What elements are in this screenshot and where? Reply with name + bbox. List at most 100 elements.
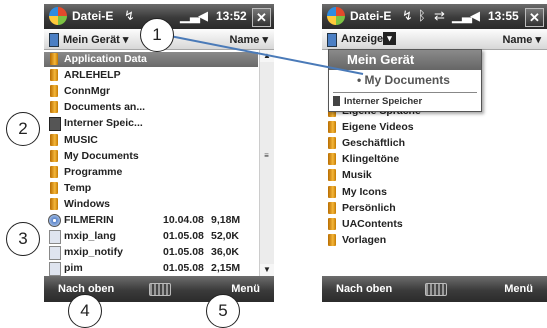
app-title: Datei-E [72, 9, 114, 23]
folder-icon [50, 133, 58, 146]
sort-dropdown[interactable]: Name ▾ [502, 33, 541, 46]
folder-row[interactable]: Application Data [44, 52, 258, 67]
file-row[interactable]: mxip_lang 01.05.08 52,0K [44, 229, 258, 245]
folder-icon [328, 153, 336, 166]
file-explorer-screen-view-menu: Datei-E ↯ ᛒ ⇄ ▁▃ ◀︎ 13:55 ✕ Anzeigen ▾ N… [322, 4, 547, 302]
folder-icon [50, 181, 58, 194]
folder-row[interactable]: Geschäftlich [322, 136, 547, 151]
item-name: Eigene Videos [342, 121, 414, 134]
file-row[interactable]: pim 01.05.08 2,15M [44, 261, 258, 277]
folder-row[interactable]: Documents an... [44, 100, 258, 115]
folder-icon [50, 165, 58, 178]
folder-row[interactable]: Vorlagen [322, 233, 547, 248]
chevron-down-icon[interactable]: ▾ [383, 32, 396, 45]
callout-1: 1 [140, 18, 174, 52]
connectivity-icon[interactable]: ↯ [124, 8, 135, 24]
media-file-icon [48, 214, 61, 227]
item-name: Interner Speic... [64, 117, 143, 130]
folder-row[interactable]: Windows [44, 197, 258, 212]
scroll-thumb[interactable]: ≡ [261, 150, 272, 162]
windows-flag-icon[interactable] [327, 7, 345, 25]
sort-dropdown[interactable]: Name ▾ [229, 33, 268, 46]
folder-row[interactable]: My Documents [44, 149, 258, 164]
item-name: MUSIC [64, 133, 98, 146]
folder-row[interactable]: Eigene Videos [322, 120, 547, 135]
close-button[interactable]: ✕ [252, 8, 271, 27]
item-name: mxip_notify [64, 246, 123, 259]
windows-flag-icon[interactable] [49, 7, 67, 25]
menu-item-mein-geraet[interactable]: Mein Gerät [329, 50, 481, 70]
location-header: Anzeigen ▾ Name ▾ [322, 29, 547, 50]
item-date: 10.04.08 [163, 214, 204, 226]
sync-icon[interactable]: ⇄ [434, 8, 445, 24]
location-dropdown[interactable]: Mein Gerät ▾ [63, 33, 128, 46]
folder-row[interactable]: UAContents [322, 217, 547, 232]
folder-row[interactable]: Persönlich [322, 201, 547, 216]
item-name: FILMERIN [64, 214, 114, 226]
item-name: Application Data [64, 53, 147, 65]
folder-icon [328, 217, 336, 230]
menu-divider [333, 92, 477, 93]
folder-row[interactable]: ConnMgr [44, 84, 258, 99]
signal-icon[interactable]: ▁▃ [452, 8, 472, 24]
bluetooth-icon[interactable]: ᛒ [418, 8, 426, 23]
item-name: pim [64, 262, 83, 275]
softkey-menu[interactable]: Menü [504, 283, 533, 295]
folder-icon [328, 185, 336, 198]
item-name: ConnMgr [64, 85, 111, 98]
item-date: 01.05.08 [163, 230, 204, 243]
keyboard-icon[interactable] [149, 283, 171, 296]
folder-icon [50, 53, 58, 65]
folder-row[interactable]: Temp [44, 181, 258, 196]
storage-card-icon [49, 117, 61, 132]
folder-icon [328, 137, 336, 150]
item-date: 01.05.08 [163, 246, 204, 259]
callout-5: 5 [206, 294, 240, 328]
file-row[interactable]: Interner Speic... [44, 116, 258, 132]
folder-icon [50, 197, 58, 210]
folder-icon [50, 149, 58, 162]
app-title: Datei-E [350, 9, 392, 23]
device-icon [49, 33, 59, 47]
item-name: mxip_lang [64, 230, 116, 243]
folder-row[interactable]: Musik [322, 168, 547, 183]
folder-row[interactable]: ARLEHELP [44, 68, 258, 83]
volume-icon[interactable]: ◀︎ [470, 8, 480, 24]
folder-icon [328, 201, 336, 214]
folder-row[interactable]: MUSIC [44, 133, 258, 148]
file-row[interactable]: FILMERIN 10.04.08 9,18M [44, 213, 258, 228]
item-date: 01.05.08 [163, 262, 204, 275]
keyboard-icon[interactable] [424, 283, 447, 296]
callout-2: 2 [6, 112, 40, 146]
item-size: 52,0K [211, 230, 240, 243]
folder-row[interactable]: Programme [44, 165, 258, 180]
folder-icon [50, 85, 58, 98]
storage-card-icon [333, 96, 340, 106]
item-name: Documents an... [64, 101, 146, 114]
folder-row[interactable]: Klingeltöne [322, 152, 547, 167]
softkey-menu[interactable]: Menü [231, 283, 260, 295]
scrollbar[interactable]: ▲ ≡ ▼ [259, 50, 274, 277]
scroll-down-arrow[interactable]: ▼ [260, 264, 274, 276]
folder-icon [328, 169, 336, 182]
file-row[interactable]: mxip_notify 01.05.08 36,0K [44, 245, 258, 261]
item-name: Persönlich [342, 201, 396, 214]
scroll-up-arrow[interactable]: ▲ [260, 50, 274, 62]
signal-icon[interactable]: ▁▃ [180, 8, 200, 24]
close-button[interactable]: ✕ [525, 8, 544, 27]
item-name: Temp [64, 181, 92, 194]
volume-icon[interactable]: ◀︎ [198, 8, 208, 24]
folder-row[interactable]: My Icons [322, 185, 547, 200]
item-name: My Documents [64, 149, 139, 162]
item-name: My Icons [342, 185, 387, 198]
folder-icon [328, 121, 336, 134]
clock[interactable]: 13:55 [488, 9, 519, 23]
item-name: Geschäftlich [342, 137, 406, 150]
menu-item-interner-speicher[interactable]: Interner Speicher [329, 94, 481, 110]
menu-item-my-documents[interactable]: • My Documents [329, 70, 481, 90]
softkey-nach-oben[interactable]: Nach oben [336, 283, 392, 295]
file-icon [49, 246, 61, 261]
item-name: Klingeltöne [342, 153, 400, 166]
connectivity-icon[interactable]: ↯ [402, 8, 413, 24]
clock[interactable]: 13:52 [216, 9, 247, 23]
